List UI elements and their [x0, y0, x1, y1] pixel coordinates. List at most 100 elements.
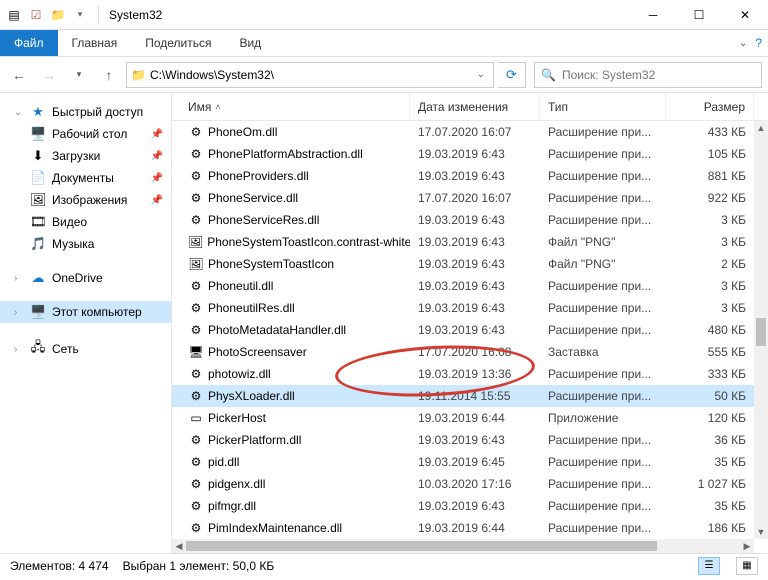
table-row[interactable]: ⚙PhoneOm.dll17.07.2020 16:07Расширение п… — [172, 121, 768, 143]
scroll-up-icon[interactable]: ▲ — [754, 121, 768, 135]
address-input[interactable] — [150, 68, 469, 82]
table-row[interactable]: ⚙pidgenx.dll10.03.2020 17:16Расширение п… — [172, 473, 768, 495]
table-row[interactable]: ⚙PimIndexMaintenance.dll19.03.2019 6:44Р… — [172, 517, 768, 539]
sidebar-item[interactable]: 🖥️Рабочий стол📌 — [0, 123, 171, 145]
file-icon: ⚙ — [188, 323, 204, 337]
table-row[interactable]: 🖥PhotoScreensaver17.07.2020 16:08Заставк… — [172, 341, 768, 363]
sidebar-quick-access[interactable]: ⌄ ★ Быстрый доступ — [0, 101, 171, 123]
folder-type-icon: 🖼 — [30, 192, 46, 208]
file-name: PhoneSystemToastIcon.contrast-white — [207, 235, 410, 249]
qat-dropdown-icon[interactable]: ▾ — [72, 7, 88, 23]
star-icon: ★ — [30, 104, 46, 120]
pc-icon: 🖥️ — [30, 304, 46, 320]
scroll-left-icon[interactable]: ◀ — [172, 539, 186, 553]
file-type: Файл "PNG" — [540, 257, 666, 271]
file-pane: Имя˄ Дата изменения Тип Размер ⚙PhoneOm.… — [172, 93, 768, 553]
file-name: PhoneProviders.dll — [208, 169, 309, 183]
nav-shortcut-icon[interactable]: ▤ — [6, 7, 22, 23]
tab-view[interactable]: Вид — [225, 30, 275, 56]
file-date: 17.07.2020 16:07 — [410, 125, 540, 139]
file-type: Расширение при... — [540, 499, 666, 513]
maximize-button[interactable]: ☐ — [676, 0, 722, 30]
table-row[interactable]: ⚙pid.dll19.03.2019 6:45Расширение при...… — [172, 451, 768, 473]
col-type[interactable]: Тип — [540, 93, 666, 120]
file-size: 35 КБ — [666, 455, 754, 469]
folder-icon: 📁 — [50, 7, 66, 23]
scroll-down-icon[interactable]: ▼ — [754, 525, 768, 539]
view-thumbnails-button[interactable]: ▦ — [736, 557, 758, 575]
file-name: PhoneService.dll — [208, 191, 298, 205]
vertical-scrollbar[interactable]: ▲ ▼ — [754, 121, 768, 539]
view-details-button[interactable]: ☰ — [698, 557, 720, 575]
address-bar[interactable]: 📁 ⌄ — [126, 62, 494, 88]
sidebar-item[interactable]: 🎵Музыка — [0, 233, 171, 255]
table-row[interactable]: ⚙photowiz.dll19.03.2019 13:36Расширение … — [172, 363, 768, 385]
table-row[interactable]: ⚙PhoneServiceRes.dll19.03.2019 6:43Расши… — [172, 209, 768, 231]
file-list[interactable]: ⚙PhoneOm.dll17.07.2020 16:07Расширение п… — [172, 121, 768, 539]
search-box[interactable]: 🔍 Поиск: System32 — [534, 62, 762, 88]
table-row[interactable]: ⚙pifmgr.dll19.03.2019 6:43Расширение при… — [172, 495, 768, 517]
scroll-right-icon[interactable]: ▶ — [740, 539, 754, 553]
file-icon: ⚙ — [188, 191, 204, 205]
col-date[interactable]: Дата изменения — [410, 93, 540, 120]
horizontal-scrollbar[interactable]: ◀ ▶ — [172, 539, 754, 553]
folder-type-icon: 🎞 — [30, 214, 46, 230]
sidebar-item[interactable]: 📄Документы📌 — [0, 167, 171, 189]
sidebar-item[interactable]: ⬇Загрузки📌 — [0, 145, 171, 167]
sidebar-onedrive[interactable]: › ☁ OneDrive — [0, 267, 171, 289]
up-button[interactable]: ↑ — [96, 62, 122, 88]
scroll-thumb[interactable] — [186, 541, 657, 551]
file-icon: ⚙ — [188, 213, 204, 227]
column-headers: Имя˄ Дата изменения Тип Размер — [172, 93, 768, 121]
col-name[interactable]: Имя˄ — [172, 93, 410, 120]
file-size: 922 КБ — [666, 191, 754, 205]
minimize-button[interactable]: ─ — [630, 0, 676, 30]
tab-share[interactable]: Поделиться — [131, 30, 225, 56]
table-row[interactable]: ⚙Phoneutil.dll19.03.2019 6:43Расширение … — [172, 275, 768, 297]
forward-button[interactable]: → — [36, 62, 62, 88]
sidebar-this-pc[interactable]: › 🖥️ Этот компьютер — [0, 301, 171, 323]
properties-shortcut-icon[interactable]: ☑ — [28, 7, 44, 23]
history-dropdown-icon[interactable]: ▾ — [66, 62, 92, 88]
table-row[interactable]: ⚙PhoneService.dll17.07.2020 16:07Расшире… — [172, 187, 768, 209]
sidebar-network[interactable]: › 🖧 Сеть — [0, 335, 171, 363]
table-row[interactable]: ⚙PhotoMetadataHandler.dll19.03.2019 6:43… — [172, 319, 768, 341]
table-row[interactable]: ⚙PhoneutilRes.dll19.03.2019 6:43Расширен… — [172, 297, 768, 319]
file-size: 50 КБ — [666, 389, 754, 403]
sidebar-item[interactable]: 🎞Видео — [0, 211, 171, 233]
scroll-thumb[interactable] — [756, 318, 766, 346]
file-size: 120 КБ — [666, 411, 754, 425]
file-size: 3 КБ — [666, 301, 754, 315]
file-size: 3 КБ — [666, 279, 754, 293]
network-icon: 🖧 — [30, 338, 46, 360]
close-button[interactable]: ✕ — [722, 0, 768, 30]
table-row[interactable]: 🖼PhoneSystemToastIcon.contrast-white19.0… — [172, 231, 768, 253]
back-button[interactable]: ← — [6, 62, 32, 88]
pin-icon: 📌 — [151, 173, 163, 184]
col-size[interactable]: Размер — [666, 93, 754, 120]
help-icon[interactable]: ? — [755, 36, 762, 50]
chevron-right-icon[interactable]: › — [14, 344, 24, 355]
table-row[interactable]: 🖼PhoneSystemToastIcon19.03.2019 6:43Файл… — [172, 253, 768, 275]
chevron-right-icon[interactable]: › — [14, 273, 24, 284]
table-row[interactable]: ⚙PickerPlatform.dll19.03.2019 6:43Расшир… — [172, 429, 768, 451]
chevron-down-icon[interactable]: ⌄ — [14, 107, 24, 118]
chevron-right-icon[interactable]: › — [14, 307, 24, 318]
ribbon-expand-icon[interactable]: ⌄ — [739, 38, 747, 49]
tab-home[interactable]: Главная — [58, 30, 132, 56]
table-row[interactable]: ▭PickerHost19.03.2019 6:44Приложение120 … — [172, 407, 768, 429]
file-size: 433 КБ — [666, 125, 754, 139]
status-count: Элементов: 4 474 — [10, 559, 109, 573]
refresh-button[interactable]: ⟳ — [498, 62, 526, 88]
table-row[interactable]: ⚙PhonePlatformAbstraction.dll19.03.2019 … — [172, 143, 768, 165]
file-size: 35 КБ — [666, 499, 754, 513]
folder-type-icon: 🖥️ — [30, 126, 46, 142]
address-dropdown-icon[interactable]: ⌄ — [473, 69, 489, 80]
table-row[interactable]: ⚙PhoneProviders.dll19.03.2019 6:43Расшир… — [172, 165, 768, 187]
table-row[interactable]: ⚙PhysXLoader.dll19.11.2014 15:55Расширен… — [172, 385, 768, 407]
sidebar-item-label: Музыка — [52, 237, 94, 251]
sidebar-item[interactable]: 🖼Изображения📌 — [0, 189, 171, 211]
file-icon: 🖥 — [188, 345, 204, 359]
tab-file[interactable]: Файл — [0, 30, 58, 56]
file-name: PhysXLoader.dll — [208, 389, 295, 403]
